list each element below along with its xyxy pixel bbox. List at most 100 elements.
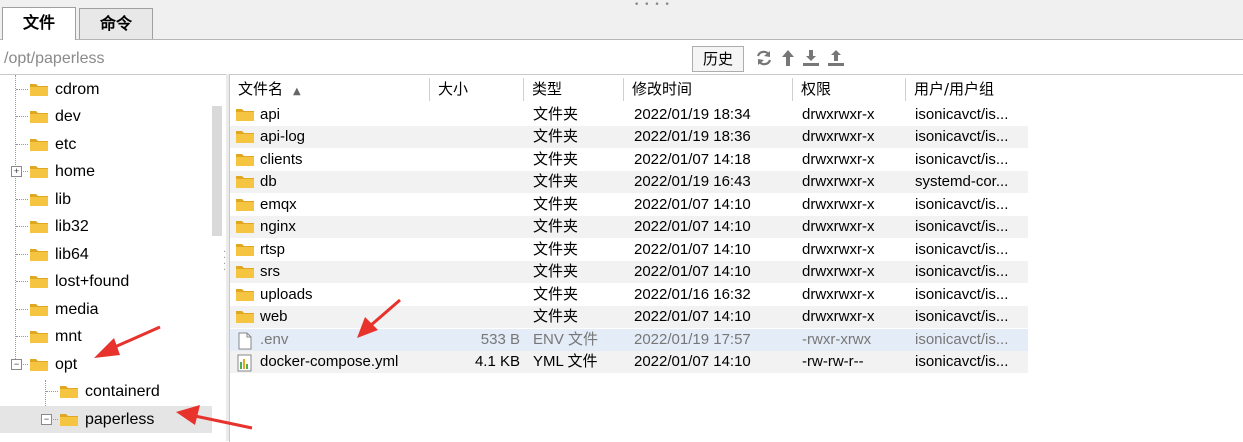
column-separator[interactable] — [905, 78, 906, 101]
column-header-name-label: 文件名 — [238, 80, 284, 98]
column-separator[interactable] — [523, 78, 524, 101]
file-owner: isonicavct/is... — [915, 331, 1009, 348]
file-modified: 2022/01/07 14:10 — [634, 353, 751, 370]
column-header-name[interactable]: 文件名 ▲ — [238, 75, 301, 104]
file-modified: 2022/01/07 14:10 — [634, 218, 751, 235]
path-bar: 历史 — [0, 44, 1243, 72]
file-owner: isonicavct/is... — [915, 263, 1009, 280]
history-button[interactable]: 历史 — [692, 46, 744, 72]
tree-item-mnt[interactable]: mnt — [0, 323, 212, 350]
column-header-permissions[interactable]: 权限 — [801, 75, 831, 104]
file-type: ENV 文件 — [533, 331, 599, 348]
tree-branch-line — [16, 281, 28, 282]
path-input[interactable] — [4, 48, 684, 70]
tree-branch-line — [16, 226, 28, 227]
sort-ascending-icon: ▲ — [293, 86, 301, 97]
tree-item-opt[interactable]: − opt — [0, 351, 212, 378]
column-header-size[interactable]: 大小 — [438, 75, 468, 104]
file-row[interactable]: docker-compose.yml 4.1 KB YML 文件 2022/01/07… — [230, 351, 1028, 373]
column-header-owner[interactable]: 用户/用户组 — [914, 75, 994, 104]
tree-item-home[interactable]: + home — [0, 158, 212, 185]
tree-item-paperless[interactable]: − paperless — [0, 406, 212, 433]
tab-commands[interactable]: 命令 — [79, 8, 153, 39]
file-name: db — [260, 173, 277, 190]
tab-files[interactable]: 文件 — [2, 7, 76, 40]
tree-item-lib64[interactable]: lib64 — [0, 241, 212, 268]
column-header-modified[interactable]: 修改时间 — [632, 75, 692, 104]
folder-icon — [236, 109, 254, 121]
file-row[interactable]: nginx 文件夹 2022/01/07 14:10 drwxrwxr-x isonic… — [230, 216, 1028, 238]
file-name: srs — [260, 263, 280, 280]
tree-item-label: containerd — [85, 383, 160, 400]
column-separator[interactable] — [792, 78, 793, 101]
file-modified: 2022/01/19 18:36 — [634, 128, 751, 145]
folder-icon — [236, 221, 254, 233]
tree-branch-line — [16, 116, 28, 117]
tree-item-containerd[interactable]: containerd — [0, 378, 212, 405]
tree-item-cdrom[interactable]: cdrom — [0, 76, 212, 103]
folder-icon — [236, 289, 254, 301]
folder-icon — [30, 276, 48, 288]
file-row[interactable]: srs 文件夹 2022/01/07 14:10 drwxrwxr-x isonicav… — [230, 261, 1028, 283]
file-permissions: drwxrwxr-x — [802, 263, 875, 280]
tree-item-lib32[interactable]: lib32 — [0, 213, 212, 240]
file-size: 533 B — [480, 331, 520, 348]
tree-item-lib[interactable]: lib — [0, 186, 212, 213]
column-header-type[interactable]: 类型 — [532, 75, 562, 104]
folder-icon — [236, 244, 254, 256]
collapse-icon[interactable]: − — [41, 414, 52, 425]
file-owner: isonicavct/is... — [915, 218, 1009, 235]
file-row[interactable]: clients 文件夹 2022/01/07 14:18 drwxrwxr-x ison… — [230, 149, 1028, 171]
download-icon[interactable] — [801, 48, 821, 68]
file-row[interactable]: .env 533 B ENV 文件 2022/01/19 17:57 -rwxr-xrw… — [230, 329, 1028, 351]
tree-item-label: lib64 — [55, 246, 89, 263]
tree-branch-line — [16, 336, 28, 337]
folder-icon — [30, 111, 48, 123]
file-type: 文件夹 — [533, 263, 579, 280]
tree-item-dev[interactable]: dev — [0, 103, 212, 130]
file-row[interactable]: uploads 文件夹 2022/01/16 16:32 drwxrwxr-x ison… — [230, 284, 1028, 306]
tree-item-label: lib32 — [55, 218, 89, 235]
folder-icon — [60, 386, 78, 398]
file-modified: 2022/01/19 16:43 — [634, 173, 751, 190]
folder-link-icon — [30, 249, 48, 261]
file-row[interactable]: web 文件夹 2022/01/07 14:10 drwxrwxr-x isonicav… — [230, 306, 1028, 328]
column-separator[interactable] — [429, 78, 430, 101]
up-arrow-icon[interactable] — [778, 48, 798, 68]
file-permissions: drwxrwxr-x — [802, 128, 875, 145]
tree-item-lost-found[interactable]: lost+found — [0, 268, 212, 295]
tree-item-label: mnt — [55, 328, 82, 345]
file-permissions: drwxrwxr-x — [802, 106, 875, 123]
file-type: 文件夹 — [533, 128, 579, 145]
file-modified: 2022/01/07 14:10 — [634, 241, 751, 258]
file-permissions: drwxrwxr-x — [802, 308, 875, 325]
resize-grip[interactable]: • • • • — [634, 0, 671, 10]
tree-item-label: dev — [55, 108, 81, 125]
tree-item-etc[interactable]: etc — [0, 131, 212, 158]
tree-item-media[interactable]: media — [0, 296, 212, 323]
collapse-icon[interactable]: − — [11, 359, 22, 370]
folder-icon — [236, 311, 254, 323]
file-name: api-log — [260, 128, 306, 145]
file-owner: isonicavct/is... — [915, 196, 1009, 213]
folder-icon — [30, 84, 48, 96]
folder-icon — [30, 304, 48, 316]
tree-item-label: paperless — [85, 411, 155, 428]
tree-item-label: media — [55, 301, 99, 318]
folder-icon — [30, 139, 48, 151]
file-row[interactable]: emqx 文件夹 2022/01/07 14:10 drwxrwxr-x isonica… — [230, 194, 1028, 216]
file-row[interactable]: api 文件夹 2022/01/19 18:34 drwxrwxr-x isonicav… — [230, 104, 1028, 126]
file-row[interactable]: rtsp 文件夹 2022/01/07 14:10 drwxrwxr-x isonica… — [230, 239, 1028, 261]
file-permissions: drwxrwxr-x — [802, 196, 875, 213]
expand-icon[interactable]: + — [11, 166, 22, 177]
refresh-icon[interactable] — [754, 48, 774, 68]
upload-icon[interactable] — [826, 48, 846, 68]
tree-scrollbar[interactable] — [212, 106, 222, 236]
file-modified: 2022/01/07 14:10 — [634, 196, 751, 213]
file-row[interactable]: db 文件夹 2022/01/19 16:43 drwxrwxr-x systemd-c… — [230, 171, 1028, 193]
file-name: .env — [260, 331, 289, 348]
column-separator[interactable] — [623, 78, 624, 101]
file-modified: 2022/01/19 17:57 — [634, 331, 751, 348]
file-modified: 2022/01/07 14:10 — [634, 308, 751, 325]
file-row[interactable]: api-log 文件夹 2022/01/19 18:36 drwxrwxr-x ison… — [230, 126, 1028, 148]
